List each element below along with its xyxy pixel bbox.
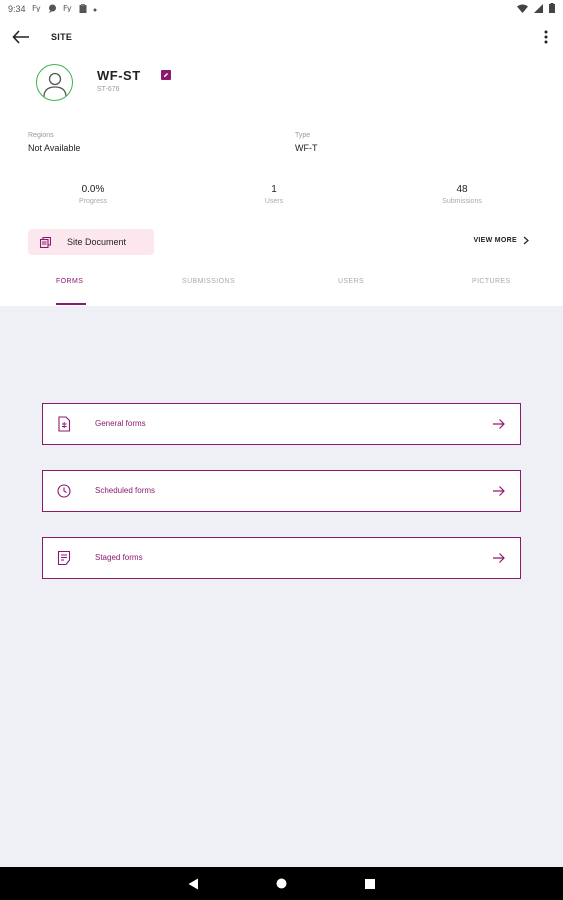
general-forms-label: General forms — [95, 419, 146, 428]
flipboard-notification-icon: Fy — [32, 4, 42, 14]
document-icon — [58, 416, 71, 432]
regions-value: Not Available — [28, 143, 81, 153]
stat-users-value: 1 — [271, 184, 277, 195]
site-document-label: Site Document — [67, 237, 127, 247]
site-name: WF-ST — [97, 68, 141, 83]
arrow-forward-icon — [493, 553, 505, 563]
tab-pictures[interactable]: PICTURES — [472, 278, 511, 285]
svg-text:Fy: Fy — [32, 4, 41, 12]
signal-icon — [534, 3, 543, 15]
arrow-forward-icon — [493, 486, 505, 496]
view-more-button[interactable]: VIEW MORE — [473, 236, 529, 245]
tab-submissions[interactable]: SUBMISSIONS — [182, 278, 235, 285]
scheduled-forms-button[interactable]: Scheduled forms — [42, 470, 521, 512]
system-nav-bar — [0, 867, 563, 900]
more-options-button[interactable] — [537, 26, 555, 48]
arrow-back-icon — [12, 30, 29, 44]
site-document-button[interactable]: Site Document — [28, 229, 154, 255]
tab-users[interactable]: USERS — [338, 278, 364, 285]
arrow-forward-icon — [493, 419, 505, 429]
circle-home-icon — [276, 878, 287, 889]
clipboard-notification-icon — [79, 3, 87, 15]
nav-home-button[interactable] — [275, 877, 289, 891]
square-recents-icon — [364, 878, 375, 889]
staged-forms-label: Staged forms — [95, 553, 143, 562]
edit-site-button[interactable] — [161, 70, 171, 80]
site-code: ST-676 — [97, 86, 120, 93]
person-icon — [42, 72, 67, 97]
nav-recents-button[interactable] — [363, 877, 377, 891]
more-vertical-icon — [544, 30, 548, 44]
nav-back-button[interactable] — [187, 877, 201, 891]
clock-icon — [57, 484, 71, 498]
page-title: SITE — [51, 32, 73, 42]
stat-submissions-label: Submissions — [442, 198, 482, 205]
view-more-label: VIEW MORE — [473, 237, 517, 244]
stat-progress-value: 0.0% — [81, 184, 105, 195]
tab-bar: FORMS SUBMISSIONS USERS PICTURES — [0, 270, 563, 306]
staged-forms-button[interactable]: Staged forms — [42, 537, 521, 579]
general-forms-button[interactable]: General forms — [42, 403, 521, 445]
forms-panel: General forms Scheduled forms Staged for… — [0, 306, 563, 867]
chevron-right-icon — [523, 236, 529, 245]
flipboard-notification-icon-2: Fy — [63, 4, 73, 14]
avatar — [36, 64, 73, 101]
documents-icon — [40, 236, 51, 248]
wifi-icon — [517, 4, 528, 15]
stat-users: 1 Users — [214, 184, 334, 205]
status-bar: 9:34 Fy Fy — [0, 0, 563, 18]
stat-progress-label: Progress — [78, 198, 107, 205]
triangle-back-icon — [188, 878, 198, 889]
edit-icon — [164, 73, 168, 77]
checklist-icon — [57, 550, 71, 566]
active-tab-indicator — [56, 303, 86, 305]
svg-text:Fy: Fy — [63, 4, 72, 12]
back-button[interactable] — [10, 26, 32, 48]
app-bar: SITE — [0, 22, 563, 52]
dot-notification-icon — [93, 4, 97, 14]
type-label: Type — [295, 132, 311, 139]
battery-icon — [549, 3, 555, 15]
scheduled-forms-label: Scheduled forms — [95, 486, 156, 495]
chat-notification-icon — [48, 4, 57, 15]
tab-forms[interactable]: FORMS — [56, 278, 83, 285]
stat-progress: 0.0% Progress — [33, 184, 153, 205]
status-time: 9:34 — [8, 4, 26, 14]
stat-submissions: 48 Submissions — [402, 184, 522, 205]
type-value: WF-T — [295, 143, 318, 153]
regions-label: Regions — [28, 132, 54, 139]
stat-users-label: Users — [264, 198, 284, 205]
stat-submissions-value: 48 — [456, 184, 468, 195]
